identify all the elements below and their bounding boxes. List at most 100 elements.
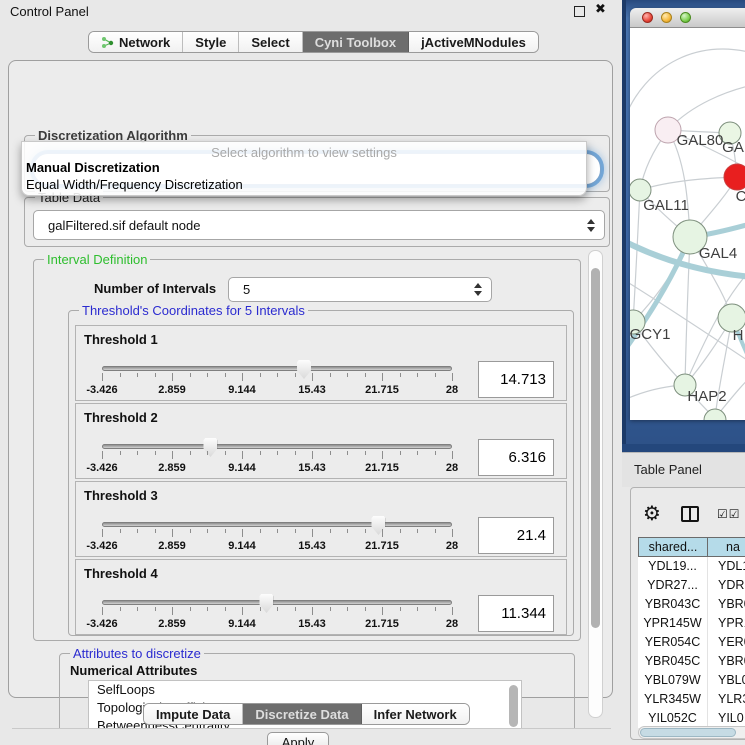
zoom-traffic-light-icon[interactable] [680,12,691,23]
tab-label: Impute Data [156,707,230,722]
divider [12,728,611,729]
algorithm-dropdown-popup: Select algorithm to view settings Manual… [21,141,587,196]
tick-label: 21.715 [365,462,399,474]
threshold-value-field[interactable]: 6.316 [478,439,554,476]
slider-track[interactable] [102,444,452,449]
tick-label: 28 [446,384,458,396]
slider-track[interactable] [102,366,452,371]
table-row[interactable]: YLR345WYLR3 [638,690,745,709]
table-row[interactable]: YBL079WYBL0 [638,671,745,690]
slider-track[interactable] [102,600,452,605]
tab-cyni-toolbox[interactable]: Cyni Toolbox [303,32,409,52]
cell-name[interactable]: YDL1 [708,557,745,576]
cell-shared-name[interactable]: YER054C [638,633,708,652]
numerical-attributes-label: Numerical Attributes [70,663,197,678]
tick-label: 15.43 [298,462,326,474]
cell-shared-name[interactable]: YDL19... [638,557,708,576]
table-row[interactable]: YDL19...YDL1 [638,557,745,576]
tab-jactivemnodules[interactable]: jActiveMNodules [409,32,538,52]
slider-track[interactable] [102,522,452,527]
threshold-box: Threshold 2 6.316 -3.4262.8599.14415.432… [75,403,567,479]
attribute-item[interactable]: SelfLoops [89,681,521,699]
checkbox-icons[interactable]: ☑☑ [717,507,741,521]
tab-select[interactable]: Select [239,32,302,52]
combo-spinner-icon [465,283,491,296]
slider-ticks [102,607,453,616]
threshold-label: Threshold 3 [84,488,158,503]
cell-name[interactable]: YBL0 [708,671,745,690]
top-tab-bar: NetworkStyle Select Cyni Toolbox jActiveMNo… [88,31,539,53]
apply-button[interactable]: Apply [267,732,329,745]
slider-ticks [102,451,453,460]
list-scrollbar[interactable] [508,683,519,729]
panel-title: Control Panel [10,4,89,19]
minimize-traffic-light-icon[interactable] [661,12,672,23]
threshold-value-field[interactable]: 14.713 [478,361,554,398]
table-hscrollbar[interactable] [638,726,745,739]
threshold-label: Threshold 2 [84,410,158,425]
node-table[interactable]: shared... na YDL19...YDL1YDR27...YDR2YBR… [638,537,745,728]
cell-name[interactable]: YDR2 [708,576,745,595]
cell-name[interactable]: YBR0 [708,652,745,671]
table-row[interactable]: YBR045CYBR0 [638,652,745,671]
cell-shared-name[interactable]: YBR045C [638,652,708,671]
table-hscrollbar-thumb[interactable] [640,728,736,737]
threshold-value-field[interactable]: 11.344 [478,595,554,632]
gear-icon[interactable]: ⚙ [643,503,661,523]
table-row[interactable]: YPR145WYPR1 [638,614,745,633]
float-panel-icon[interactable] [574,6,585,17]
node-label: GCY1 [630,326,670,343]
tab-label: jActiveMNodules [421,35,526,50]
table-panel-title: Table Panel [634,462,702,477]
network-canvas[interactable]: GAL80GACGAL11GAL4GCY1HHAP2 [630,28,745,420]
table-row[interactable]: YER054CYER0 [638,633,745,652]
tab-discretize-data[interactable]: Discretize Data [243,704,361,724]
combo-spinner-icon [578,219,604,232]
cell-shared-name[interactable]: YBL079W [638,671,708,690]
tick-label: 28 [446,462,458,474]
settings-scrollpane: Interval Definition Number of Intervals … [29,249,582,729]
cell-name[interactable]: YLR3 [708,690,745,709]
bottom-tab-bar: Impute Data Discretize DataInfer Network [143,703,470,725]
tab-impute-data[interactable]: Impute Data [144,704,243,724]
column-header-name[interactable]: na [708,537,745,557]
panel-scrollbar[interactable] [588,250,603,718]
app-root: Control Panel ✖ NetworkStyle Select Cyni T… [0,0,745,745]
tab-infer-network[interactable]: Infer Network [362,704,469,724]
table-data-combo[interactable]: galFiltered.sif default node [33,210,605,240]
dropdown-option-equal-width[interactable]: Equal Width/Frequency Discretization [22,176,586,193]
network-node[interactable] [724,164,745,190]
tab-network[interactable]: Network [89,32,183,52]
close-icon[interactable]: ✖ [595,2,606,17]
interval-definition-group: Interval Definition Number of Intervals … [33,259,581,641]
cell-shared-name[interactable]: YDR27... [638,576,708,595]
cell-name[interactable]: YER0 [708,633,745,652]
slider-ticks [102,529,453,538]
cell-shared-name[interactable]: YLR345W [638,690,708,709]
threshold-value-field[interactable]: 21.4 [478,517,554,554]
column-layout-icon[interactable] [681,506,699,522]
num-intervals-combo[interactable]: 5 [228,277,492,302]
table-row[interactable]: YBR043CYBR0 [638,595,745,614]
table-row[interactable]: YDR27...YDR2 [638,576,745,595]
tick-label: 21.715 [365,384,399,396]
panel-scrollbar-thumb[interactable] [591,268,600,628]
cell-name[interactable]: YPR1 [708,614,745,633]
node-label: GAL11 [643,197,689,214]
num-intervals-value: 5 [229,282,465,297]
cell-shared-name[interactable]: YPR145W [638,614,708,633]
network-frame-bottom [622,444,745,452]
list-scrollbar-thumb[interactable] [509,685,518,727]
cell-name[interactable]: YBR0 [708,595,745,614]
tick-label: 2.859 [158,462,186,474]
threshold-label: Threshold 4 [84,566,158,581]
column-header-shared[interactable]: shared... [638,537,708,557]
tick-label: 28 [446,540,458,552]
tab-style[interactable]: Style [183,32,239,52]
tick-label: -3.426 [86,540,117,552]
threshold-box: Threshold 3 21.4 -3.4262.8599.14415.4321… [75,481,567,557]
dropdown-option-manual[interactable]: Manual Discretization [22,159,586,176]
close-traffic-light-icon[interactable] [642,12,653,23]
tab-label: Select [251,35,289,50]
cell-shared-name[interactable]: YBR043C [638,595,708,614]
